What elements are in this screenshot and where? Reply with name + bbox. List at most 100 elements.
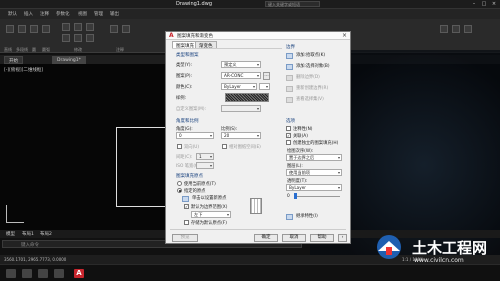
properties-tool-icon[interactable] bbox=[452, 25, 460, 33]
add-select-objects-button[interactable]: 添加:选择对象(B) bbox=[286, 63, 330, 71]
dialog-title-bar: A 图案填充和渐变色 × bbox=[166, 32, 350, 40]
layout-tab-model[interactable]: 模型 bbox=[6, 231, 15, 237]
draw-order-dropdown[interactable]: 置于边界之后 bbox=[286, 154, 342, 161]
add-pick-points-button[interactable]: 添加:拾取点(K) bbox=[286, 52, 325, 60]
layer-tool-icon[interactable] bbox=[440, 25, 448, 33]
cancel-button[interactable]: 取消 bbox=[282, 234, 306, 242]
tab-divider bbox=[172, 48, 282, 49]
taskbar-app-icon[interactable] bbox=[22, 269, 32, 278]
doc-tab-start[interactable]: 开始 bbox=[4, 56, 23, 64]
annotative-checkbox[interactable] bbox=[286, 126, 291, 131]
relative-paperspace-label: 相对图纸空间(E) bbox=[229, 145, 261, 150]
use-current-origin-label: 使用当前原点(T) bbox=[184, 182, 216, 187]
transparency-dropdown[interactable]: ByLayer bbox=[286, 184, 342, 191]
command-input[interactable]: 键入命令 bbox=[21, 242, 39, 248]
double-checkbox[interactable] bbox=[177, 144, 182, 149]
origin-position-dropdown[interactable]: 左下 bbox=[191, 211, 231, 218]
scale-tool-icon[interactable] bbox=[86, 34, 94, 42]
ribbon-tab[interactable]: 视图 bbox=[78, 11, 87, 17]
mirror-tool-icon[interactable] bbox=[62, 34, 70, 42]
pattern-sample-swatch[interactable] bbox=[225, 93, 269, 102]
remove-boundaries-button[interactable]: 删除边界(D) bbox=[286, 74, 320, 82]
click-set-origin-label: 单击以设置新原点 bbox=[192, 196, 227, 201]
preview-button[interactable]: 预览 bbox=[172, 234, 198, 242]
ribbon-tab[interactable]: 插入 bbox=[24, 11, 33, 17]
ribbon-group-label: 直线 bbox=[4, 47, 12, 52]
origin-preview-icon bbox=[250, 198, 262, 214]
ribbon-tab[interactable]: 默认 bbox=[8, 11, 17, 17]
use-current-origin-radio[interactable] bbox=[177, 181, 182, 186]
transparency-slider-thumb[interactable] bbox=[294, 193, 297, 199]
separate-hatches-checkbox[interactable] bbox=[286, 140, 291, 145]
layout-tab-2[interactable]: 布局2 bbox=[40, 231, 52, 237]
recreate-boundary-icon bbox=[286, 86, 293, 92]
tab-gradient[interactable]: 渐变色 bbox=[195, 41, 217, 49]
spacing-label: 间距(C): bbox=[176, 155, 193, 160]
transparency-slider-track[interactable] bbox=[294, 196, 340, 197]
remove-boundaries-icon bbox=[286, 75, 293, 81]
layer-dropdown[interactable]: 使用当前项 bbox=[286, 169, 342, 176]
group-tool-icon[interactable] bbox=[464, 25, 472, 33]
dialog-close-icon[interactable]: × bbox=[342, 32, 347, 39]
autocad-taskbar-icon[interactable]: A bbox=[74, 269, 84, 278]
angle-dropdown[interactable]: 0 bbox=[176, 132, 214, 139]
type-dropdown[interactable]: 预定义 bbox=[221, 61, 261, 68]
layout-tab-1[interactable]: 布局1 bbox=[22, 231, 34, 237]
polyline-tool-icon[interactable] bbox=[18, 25, 26, 33]
inherit-properties-label: 继承特性(I) bbox=[296, 214, 318, 219]
background-color-dropdown[interactable] bbox=[259, 83, 270, 90]
inherit-properties-button[interactable]: 继承特性(I) bbox=[286, 213, 318, 221]
close-window-icon[interactable]: × bbox=[490, 1, 498, 7]
color-dropdown[interactable]: ByLayer bbox=[221, 83, 257, 90]
move-tool-icon[interactable] bbox=[62, 23, 70, 31]
custom-pattern-dropdown bbox=[221, 105, 261, 112]
group-options: 选项 bbox=[286, 119, 295, 124]
ribbon-tab[interactable]: 管理 bbox=[94, 11, 103, 17]
stretch-tool-icon[interactable] bbox=[74, 34, 82, 42]
more-options-button[interactable]: › bbox=[338, 234, 347, 242]
document-title: Drawing1.dwg bbox=[176, 1, 212, 7]
click-set-origin-button[interactable]: 单击以设置新原点 bbox=[182, 195, 226, 203]
sample-label: 样例: bbox=[176, 96, 187, 101]
pattern-dropdown[interactable]: AR-CONC bbox=[221, 72, 261, 79]
maximize-icon[interactable]: □ bbox=[480, 1, 488, 7]
remove-boundaries-label: 删除边界(D) bbox=[296, 75, 320, 80]
rotate-tool-icon[interactable] bbox=[74, 23, 82, 31]
hatch-dialog: A 图案填充和渐变色 × 图案填充 渐变色 类型和图案 类型(Y): 预定义 图… bbox=[165, 31, 351, 244]
default-extents-checkbox[interactable]: ✓ bbox=[184, 204, 189, 209]
ribbon-group-label: 注释 bbox=[116, 47, 124, 52]
doc-tab-drawing1[interactable]: Drawing1* bbox=[52, 56, 86, 64]
help-button[interactable]: 帮助 bbox=[310, 234, 334, 242]
recreate-boundary-button[interactable]: 重新创建边界(R) bbox=[286, 85, 328, 93]
text-tool-icon[interactable] bbox=[110, 25, 118, 33]
title-bar: Drawing1.dwg 键入关键字或短语 – □ × bbox=[0, 0, 500, 9]
ribbon-tab[interactable]: 注释 bbox=[40, 11, 49, 17]
store-default-origin-checkbox[interactable] bbox=[184, 220, 189, 225]
circle-tool-icon[interactable] bbox=[30, 25, 38, 33]
dimension-tool-icon[interactable] bbox=[122, 25, 130, 33]
relative-paperspace-checkbox[interactable] bbox=[222, 144, 227, 149]
start-icon[interactable] bbox=[6, 269, 16, 278]
view-selections-button[interactable]: 查看选择集(V) bbox=[286, 96, 324, 104]
watermark-brand: 土木工程网 bbox=[412, 239, 488, 257]
ribbon-tab[interactable]: 参数化 bbox=[56, 11, 70, 17]
arc-tool-icon[interactable] bbox=[42, 25, 50, 33]
ribbon-tab[interactable]: 输出 bbox=[110, 11, 119, 17]
pattern-browse-button[interactable]: … bbox=[263, 72, 270, 80]
button-divider bbox=[170, 229, 346, 230]
minimize-icon[interactable]: – bbox=[470, 1, 478, 7]
copy-tool-icon[interactable] bbox=[86, 23, 94, 31]
rectangle-drawing-object[interactable] bbox=[116, 127, 166, 207]
specified-origin-radio[interactable] bbox=[177, 188, 182, 193]
search-input[interactable]: 键入关键字或短语 bbox=[265, 1, 320, 7]
group-type-pattern: 类型和图案 bbox=[176, 53, 199, 58]
taskbar-app-icon[interactable] bbox=[54, 269, 64, 278]
dialog-title: 图案填充和渐变色 bbox=[177, 34, 213, 39]
ok-button[interactable]: 确定 bbox=[254, 234, 278, 242]
associative-checkbox[interactable]: ✓ bbox=[286, 133, 291, 138]
line-tool-icon[interactable] bbox=[6, 25, 14, 33]
viewport-controls[interactable]: [-][俯视][二维线框] bbox=[4, 67, 43, 73]
taskbar-app-icon[interactable] bbox=[38, 269, 48, 278]
ucs-axis-x bbox=[6, 222, 24, 223]
scale-dropdown[interactable]: 20 bbox=[221, 132, 261, 139]
